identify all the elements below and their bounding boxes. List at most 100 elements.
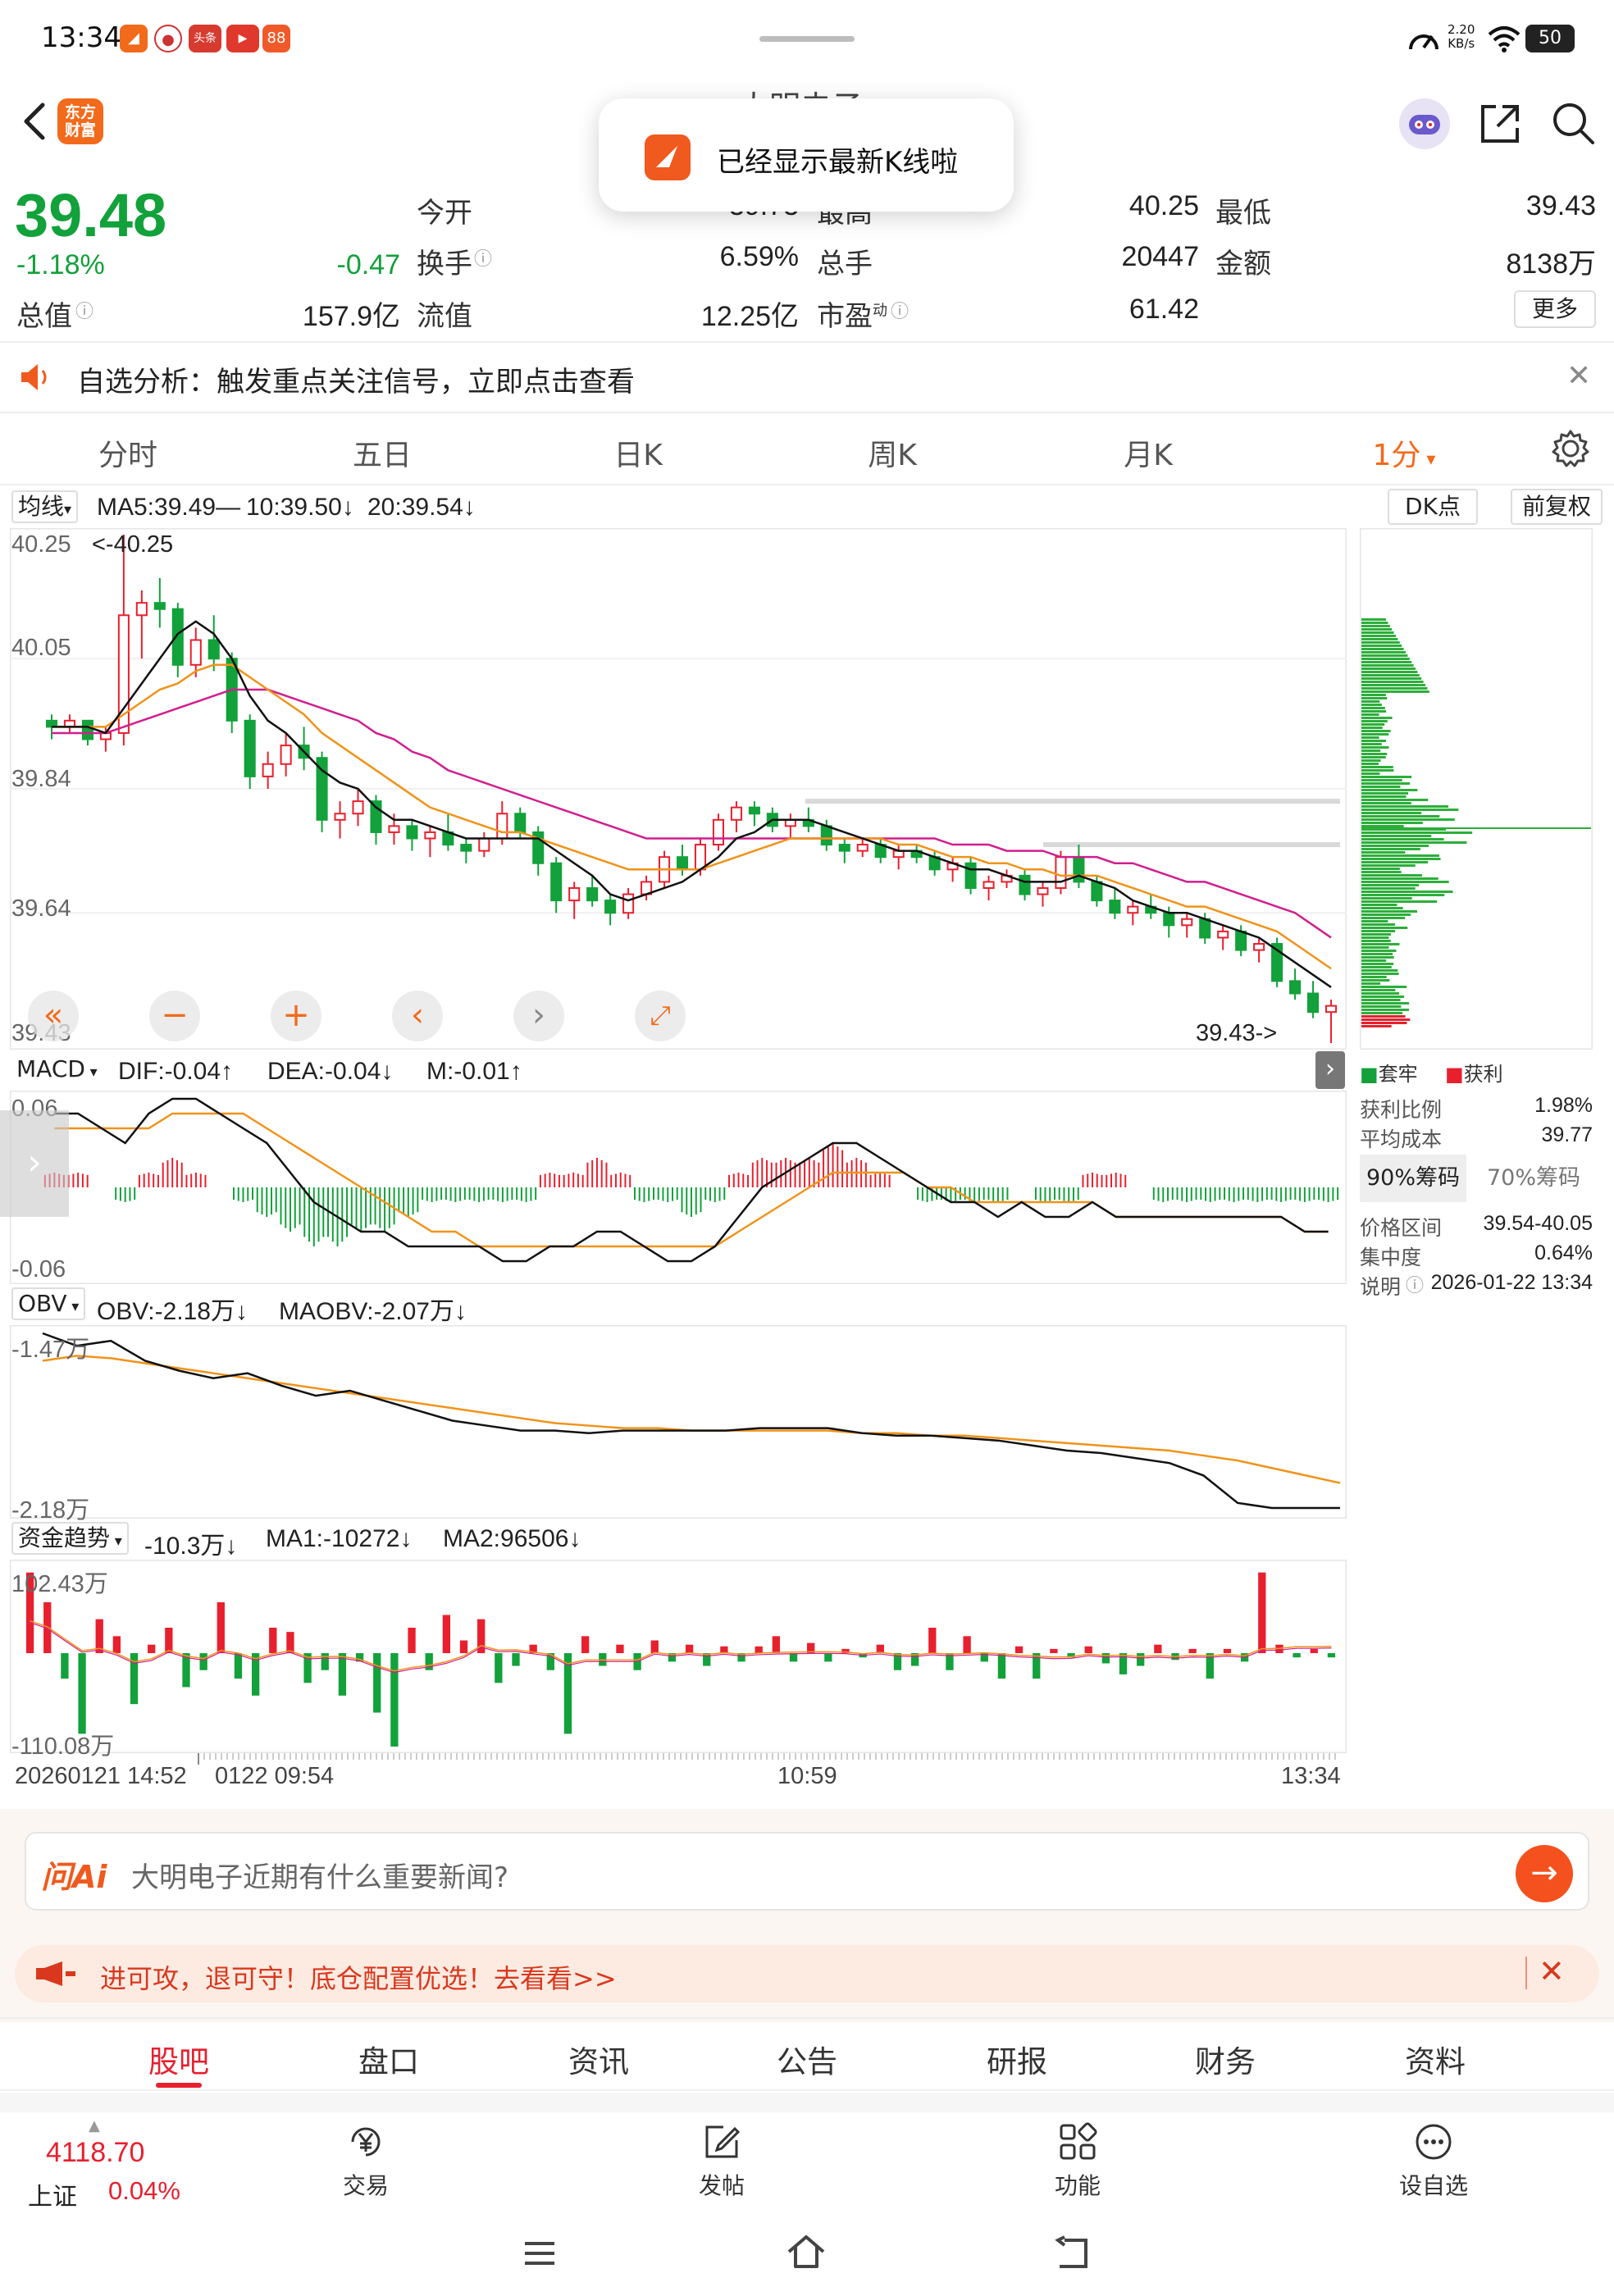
chevron-right-icon[interactable]: › (0, 1110, 69, 1217)
tab-monthly-k[interactable]: 月K (1066, 431, 1230, 474)
fund-bar-inflow (269, 1627, 277, 1654)
chip-trapped-bar (1361, 966, 1392, 968)
info-circle-icon[interactable]: ⓘ (1406, 1271, 1424, 1297)
chip-trapped-bar (1361, 818, 1455, 821)
chip-trapped-bar (1361, 736, 1379, 739)
fund-ma2-label: MA2:96506↓ (443, 1525, 581, 1552)
chevron-left-icon[interactable]: ‹ (392, 991, 443, 1041)
chevron-right-icon[interactable]: › (1315, 1051, 1345, 1089)
yuan-exchange-icon (351, 2127, 381, 2157)
tab-pankou[interactable]: 盘口 (307, 2037, 471, 2081)
kline-chart[interactable] (10, 528, 1347, 1050)
promo-text[interactable]: 进可攻，退可守！底仓配置优选！去看看>> (100, 1958, 617, 1996)
index-value[interactable]: 4118.70 (46, 2137, 144, 2169)
candle-up (1217, 930, 1229, 939)
chip-trapped-bar (1361, 651, 1406, 654)
arrow-right-icon[interactable]: → (1516, 1845, 1573, 1902)
chip-trapped-bar (1361, 756, 1386, 758)
chip-trapped-bar (1361, 707, 1385, 709)
tab-chip-90[interactable]: 90%筹码 (1360, 1155, 1466, 1202)
obv-chart[interactable] (10, 1325, 1347, 1519)
search-icon[interactable] (1548, 98, 1598, 148)
tab-guba[interactable]: 股吧 (97, 2037, 261, 2081)
dk-point-button[interactable]: DK点 (1388, 489, 1478, 525)
tab-announcements[interactable]: 公告 (725, 2037, 889, 2081)
more-button[interactable]: 更多 (1514, 290, 1596, 328)
close-icon[interactable]: ✕ (1566, 359, 1591, 393)
tab-research[interactable]: 研报 (935, 2037, 1099, 2081)
obv-label: OBV:-2.18万↓ (97, 1298, 248, 1325)
pe-label-text: 市盈 (817, 300, 873, 333)
macd-chart[interactable] (10, 1091, 1347, 1284)
nav-trade[interactable]: 交易 (300, 2121, 431, 2201)
robot-avatar-icon[interactable] (1399, 98, 1450, 149)
ma-selector[interactable]: 均线▾ (11, 490, 79, 523)
tab-profile[interactable]: 资料 (1353, 2037, 1517, 2081)
nav-functions[interactable]: 功能 (1012, 2121, 1143, 2201)
x-tick: 0122 09:54 (215, 1763, 335, 1789)
chevron-right-icon[interactable]: › (513, 991, 564, 1041)
change-percent: -1.18% (16, 249, 105, 280)
chip-trapped-bar (1361, 999, 1401, 1001)
chip-trapped-bar (1361, 740, 1386, 742)
info-circle-icon[interactable]: ⓘ (75, 297, 93, 323)
chip-trapped-bar (1361, 976, 1387, 978)
info-circle-icon[interactable]: ⓘ (474, 244, 492, 271)
ai-prompt[interactable]: 大明电子近期有什么重要新闻? (131, 1855, 508, 1895)
candle-up (694, 844, 707, 871)
chip-trapped-bar (1361, 969, 1398, 972)
chip-trapped-bar (1361, 786, 1401, 788)
high-marker: <-40.25 (92, 531, 174, 558)
tab-five-day[interactable]: 五日 (300, 431, 464, 474)
tab-daily-k[interactable]: 日K (556, 431, 720, 474)
candle-up (1324, 1004, 1338, 1014)
adjust-price-button[interactable]: 前复权 (1511, 489, 1603, 525)
back-gesture-icon[interactable] (1053, 2235, 1091, 2271)
fund-bar-inflow (963, 1636, 971, 1654)
rewind-icon[interactable]: « (28, 991, 79, 1041)
fund-selector-label: 资金趋势 (18, 1524, 111, 1551)
fullscreen-icon[interactable]: ⤢ (635, 991, 686, 1041)
zoom-in-icon[interactable]: + (271, 991, 321, 1041)
candle-down (550, 862, 563, 902)
candle-up (1037, 886, 1049, 895)
fund-bar-outflow (824, 1653, 832, 1662)
fund-trend-chart[interactable] (10, 1560, 1347, 1753)
tab-1min[interactable]: 1分 ▾ (1322, 431, 1486, 474)
alert-text[interactable]: 自选分析：触发重点关注信号，立即点击查看 (77, 359, 635, 399)
obv-selector[interactable]: OBV ▾ (11, 1287, 86, 1320)
macd-selector[interactable]: MACD ▾ (11, 1055, 103, 1087)
fund-bar-outflow (512, 1653, 520, 1666)
tab-finance[interactable]: 财务 (1143, 2037, 1307, 2081)
chip-trapped-bar (1361, 943, 1400, 945)
share-icon[interactable] (1476, 100, 1524, 148)
index-name[interactable]: 上证 (28, 2176, 77, 2212)
chip-trapped-bar (1361, 881, 1449, 883)
toast-notification: 已经显示最新K线啦 (599, 98, 1014, 212)
candle-down (1235, 930, 1247, 951)
ai-question-bar[interactable]: 问Ai 大明电子近期有什么重要新闻? → (25, 1832, 1589, 1911)
nav-post[interactable]: 发帖 (656, 2121, 787, 2201)
index-change[interactable]: 0.04% (108, 2176, 180, 2206)
chip-trapped-bar (1361, 992, 1400, 995)
fund-selector[interactable]: 资金趋势 ▾ (11, 1522, 129, 1555)
back-icon[interactable] (15, 97, 56, 146)
fund-ma1-value: MA1:-10272 (266, 1525, 400, 1552)
system-navigation-bar (0, 2214, 1614, 2296)
tab-intraday[interactable]: 分时 (46, 431, 210, 474)
zoom-out-icon[interactable]: − (149, 991, 200, 1041)
promo-banner[interactable]: 进可攻，退可守！底仓配置优选！去看看>> ✕ (15, 1945, 1599, 2002)
nav-watchlist[interactable]: 设自选 (1368, 2121, 1499, 2201)
info-circle-icon[interactable]: ⓘ (891, 297, 909, 323)
chip-trapped-bar (1361, 671, 1418, 673)
home-icon[interactable] (786, 2234, 827, 2270)
tab-chip-70[interactable]: 70%筹码 (1476, 1155, 1591, 1202)
menu-icon[interactable] (522, 2237, 558, 2270)
chip-trapped-bar (1361, 858, 1441, 860)
gear-icon[interactable] (1550, 428, 1591, 469)
tab-weekly-k[interactable]: 周K (810, 431, 974, 474)
fund-bar-inflow (1050, 1648, 1058, 1654)
tab-news[interactable]: 资讯 (517, 2037, 681, 2081)
fund-bar-inflow (1084, 1646, 1092, 1654)
close-icon[interactable]: ✕ (1539, 1953, 1565, 1989)
